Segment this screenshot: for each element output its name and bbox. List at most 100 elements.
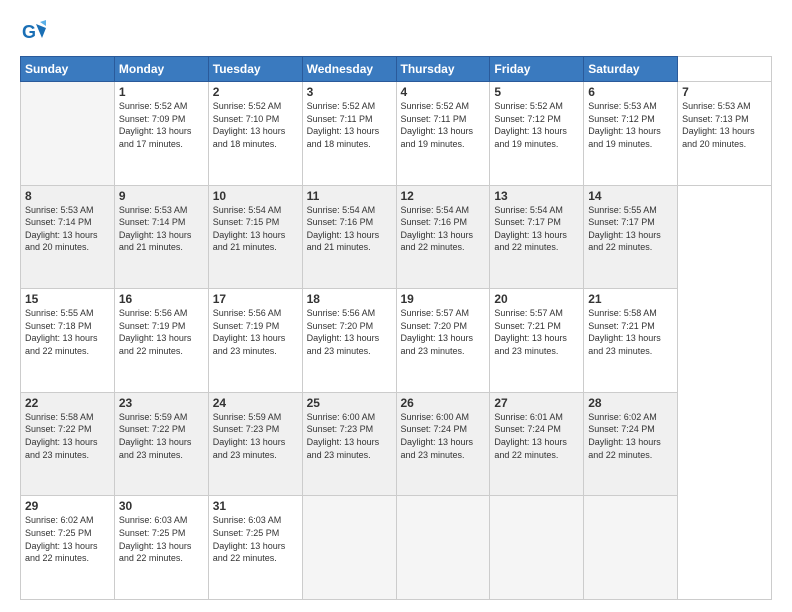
day-number: 28 — [588, 396, 673, 410]
calendar-cell: 21Sunrise: 5:58 AM Sunset: 7:21 PM Dayli… — [584, 289, 678, 393]
svg-text:G: G — [22, 22, 36, 42]
calendar-cell: 15Sunrise: 5:55 AM Sunset: 7:18 PM Dayli… — [21, 289, 115, 393]
day-info: Sunrise: 5:54 AM Sunset: 7:15 PM Dayligh… — [213, 204, 298, 254]
day-number: 7 — [682, 85, 767, 99]
day-info: Sunrise: 5:52 AM Sunset: 7:11 PM Dayligh… — [307, 100, 392, 150]
calendar-cell: 22Sunrise: 5:58 AM Sunset: 7:22 PM Dayli… — [21, 392, 115, 496]
day-info: Sunrise: 5:56 AM Sunset: 7:19 PM Dayligh… — [213, 307, 298, 357]
calendar-cell: 10Sunrise: 5:54 AM Sunset: 7:15 PM Dayli… — [208, 185, 302, 289]
day-info: Sunrise: 5:54 AM Sunset: 7:16 PM Dayligh… — [307, 204, 392, 254]
day-number: 14 — [588, 189, 673, 203]
calendar-cell — [490, 496, 584, 600]
day-info: Sunrise: 5:55 AM Sunset: 7:18 PM Dayligh… — [25, 307, 110, 357]
day-number: 18 — [307, 292, 392, 306]
week-row-2: 8Sunrise: 5:53 AM Sunset: 7:14 PM Daylig… — [21, 185, 772, 289]
day-number: 12 — [401, 189, 486, 203]
day-info: Sunrise: 5:53 AM Sunset: 7:12 PM Dayligh… — [588, 100, 673, 150]
calendar-cell: 17Sunrise: 5:56 AM Sunset: 7:19 PM Dayli… — [208, 289, 302, 393]
calendar-cell — [302, 496, 396, 600]
calendar-cell: 16Sunrise: 5:56 AM Sunset: 7:19 PM Dayli… — [114, 289, 208, 393]
day-number: 11 — [307, 189, 392, 203]
calendar-cell: 5Sunrise: 5:52 AM Sunset: 7:12 PM Daylig… — [490, 82, 584, 186]
header: G — [20, 18, 772, 46]
col-header-friday: Friday — [490, 57, 584, 82]
week-row-1: 1Sunrise: 5:52 AM Sunset: 7:09 PM Daylig… — [21, 82, 772, 186]
day-info: Sunrise: 5:53 AM Sunset: 7:14 PM Dayligh… — [25, 204, 110, 254]
day-number: 31 — [213, 499, 298, 513]
day-info: Sunrise: 5:59 AM Sunset: 7:23 PM Dayligh… — [213, 411, 298, 461]
day-info: Sunrise: 5:56 AM Sunset: 7:20 PM Dayligh… — [307, 307, 392, 357]
day-info: Sunrise: 5:58 AM Sunset: 7:21 PM Dayligh… — [588, 307, 673, 357]
day-number: 25 — [307, 396, 392, 410]
day-info: Sunrise: 5:55 AM Sunset: 7:17 PM Dayligh… — [588, 204, 673, 254]
day-number: 1 — [119, 85, 204, 99]
day-number: 5 — [494, 85, 579, 99]
day-number: 20 — [494, 292, 579, 306]
calendar-cell: 28Sunrise: 6:02 AM Sunset: 7:24 PM Dayli… — [584, 392, 678, 496]
calendar-cell: 8Sunrise: 5:53 AM Sunset: 7:14 PM Daylig… — [21, 185, 115, 289]
day-number: 30 — [119, 499, 204, 513]
day-info: Sunrise: 5:57 AM Sunset: 7:21 PM Dayligh… — [494, 307, 579, 357]
day-number: 21 — [588, 292, 673, 306]
col-header-thursday: Thursday — [396, 57, 490, 82]
calendar-cell: 13Sunrise: 5:54 AM Sunset: 7:17 PM Dayli… — [490, 185, 584, 289]
day-number: 27 — [494, 396, 579, 410]
day-info: Sunrise: 5:57 AM Sunset: 7:20 PM Dayligh… — [401, 307, 486, 357]
calendar-cell — [584, 496, 678, 600]
calendar-cell: 26Sunrise: 6:00 AM Sunset: 7:24 PM Dayli… — [396, 392, 490, 496]
calendar-cell: 4Sunrise: 5:52 AM Sunset: 7:11 PM Daylig… — [396, 82, 490, 186]
day-info: Sunrise: 5:52 AM Sunset: 7:09 PM Dayligh… — [119, 100, 204, 150]
calendar-cell: 2Sunrise: 5:52 AM Sunset: 7:10 PM Daylig… — [208, 82, 302, 186]
day-info: Sunrise: 5:58 AM Sunset: 7:22 PM Dayligh… — [25, 411, 110, 461]
day-info: Sunrise: 6:00 AM Sunset: 7:24 PM Dayligh… — [401, 411, 486, 461]
day-number: 6 — [588, 85, 673, 99]
day-number: 10 — [213, 189, 298, 203]
calendar-cell: 19Sunrise: 5:57 AM Sunset: 7:20 PM Dayli… — [396, 289, 490, 393]
calendar-cell: 1Sunrise: 5:52 AM Sunset: 7:09 PM Daylig… — [114, 82, 208, 186]
day-number: 22 — [25, 396, 110, 410]
day-number: 9 — [119, 189, 204, 203]
day-info: Sunrise: 6:03 AM Sunset: 7:25 PM Dayligh… — [119, 514, 204, 564]
day-info: Sunrise: 5:52 AM Sunset: 7:11 PM Dayligh… — [401, 100, 486, 150]
calendar-cell: 20Sunrise: 5:57 AM Sunset: 7:21 PM Dayli… — [490, 289, 584, 393]
day-info: Sunrise: 5:52 AM Sunset: 7:12 PM Dayligh… — [494, 100, 579, 150]
calendar-cell: 12Sunrise: 5:54 AM Sunset: 7:16 PM Dayli… — [396, 185, 490, 289]
calendar-cell: 7Sunrise: 5:53 AM Sunset: 7:13 PM Daylig… — [678, 82, 772, 186]
week-row-5: 29Sunrise: 6:02 AM Sunset: 7:25 PM Dayli… — [21, 496, 772, 600]
calendar-cell: 9Sunrise: 5:53 AM Sunset: 7:14 PM Daylig… — [114, 185, 208, 289]
day-info: Sunrise: 5:53 AM Sunset: 7:14 PM Dayligh… — [119, 204, 204, 254]
page: G SundayMondayTuesdayWednesdayThursdayFr… — [0, 0, 792, 612]
col-header-sunday: Sunday — [21, 57, 115, 82]
day-info: Sunrise: 5:52 AM Sunset: 7:10 PM Dayligh… — [213, 100, 298, 150]
day-number: 23 — [119, 396, 204, 410]
header-row: SundayMondayTuesdayWednesdayThursdayFrid… — [21, 57, 772, 82]
day-number: 8 — [25, 189, 110, 203]
calendar-cell: 30Sunrise: 6:03 AM Sunset: 7:25 PM Dayli… — [114, 496, 208, 600]
calendar-cell: 27Sunrise: 6:01 AM Sunset: 7:24 PM Dayli… — [490, 392, 584, 496]
day-number: 15 — [25, 292, 110, 306]
day-number: 4 — [401, 85, 486, 99]
day-info: Sunrise: 6:00 AM Sunset: 7:23 PM Dayligh… — [307, 411, 392, 461]
day-info: Sunrise: 5:54 AM Sunset: 7:16 PM Dayligh… — [401, 204, 486, 254]
calendar-cell — [21, 82, 115, 186]
calendar-cell: 31Sunrise: 6:03 AM Sunset: 7:25 PM Dayli… — [208, 496, 302, 600]
calendar-cell: 25Sunrise: 6:00 AM Sunset: 7:23 PM Dayli… — [302, 392, 396, 496]
calendar-cell — [396, 496, 490, 600]
day-number: 16 — [119, 292, 204, 306]
day-info: Sunrise: 6:02 AM Sunset: 7:24 PM Dayligh… — [588, 411, 673, 461]
week-row-4: 22Sunrise: 5:58 AM Sunset: 7:22 PM Dayli… — [21, 392, 772, 496]
day-number: 29 — [25, 499, 110, 513]
day-number: 17 — [213, 292, 298, 306]
day-info: Sunrise: 5:59 AM Sunset: 7:22 PM Dayligh… — [119, 411, 204, 461]
col-header-wednesday: Wednesday — [302, 57, 396, 82]
calendar-cell: 18Sunrise: 5:56 AM Sunset: 7:20 PM Dayli… — [302, 289, 396, 393]
calendar-cell: 14Sunrise: 5:55 AM Sunset: 7:17 PM Dayli… — [584, 185, 678, 289]
logo-icon: G — [20, 18, 48, 46]
day-number: 13 — [494, 189, 579, 203]
col-header-saturday: Saturday — [584, 57, 678, 82]
day-info: Sunrise: 6:03 AM Sunset: 7:25 PM Dayligh… — [213, 514, 298, 564]
calendar-cell: 29Sunrise: 6:02 AM Sunset: 7:25 PM Dayli… — [21, 496, 115, 600]
calendar-cell: 24Sunrise: 5:59 AM Sunset: 7:23 PM Dayli… — [208, 392, 302, 496]
day-info: Sunrise: 5:56 AM Sunset: 7:19 PM Dayligh… — [119, 307, 204, 357]
calendar-cell: 11Sunrise: 5:54 AM Sunset: 7:16 PM Dayli… — [302, 185, 396, 289]
